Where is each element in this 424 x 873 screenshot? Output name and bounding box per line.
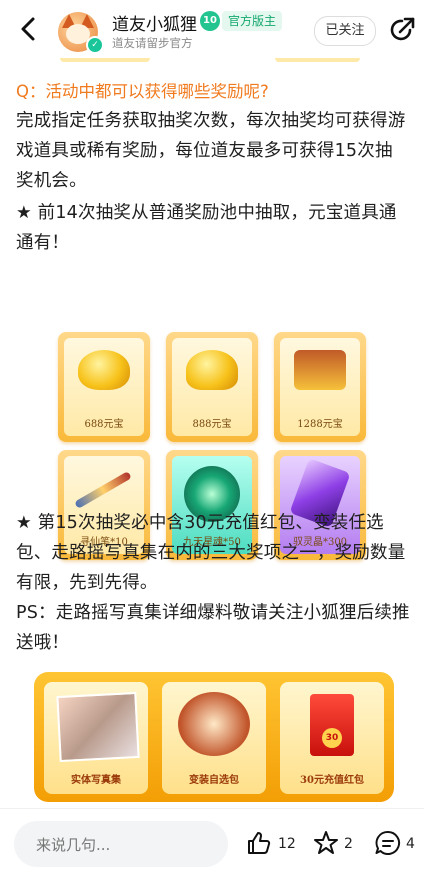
user-subtitle: 道友请留步官方: [112, 36, 193, 50]
gold-bag-icon: [186, 350, 238, 390]
red-envelope-amount: 30: [322, 728, 342, 748]
star-icon: [314, 831, 338, 854]
prize-label: 1288元宝: [297, 419, 343, 430]
grand-prize-card: 30 30元充值红包: [280, 682, 384, 794]
verified-icon: ✓: [86, 36, 104, 54]
bottom-action-bar: 来说几句... 12 2 4: [0, 808, 424, 873]
comment-input[interactable]: 来说几句...: [14, 821, 228, 867]
favorite-button[interactable]: 2: [312, 829, 358, 859]
grand-prize-label: 变装自选包: [189, 775, 239, 786]
comment-icon: [375, 830, 400, 855]
banner-edge: [60, 58, 360, 62]
prize-label: 688元宝: [84, 419, 124, 430]
photo-album-image: [56, 691, 140, 763]
paragraph-3: ★ 第15次抽奖必中含30元充值红包、变装任选包、走路摇写真集在内的三大奖项之一…: [16, 513, 406, 593]
follow-button[interactable]: 已关注: [314, 16, 376, 46]
paragraph-1: 完成指定任务获取抽奖次数，每次抽奖均可获得游戏道具或稀有奖励，每位道友最多可获得…: [16, 111, 406, 191]
prize-label: 888元宝: [192, 419, 232, 430]
prize-card: 1288元宝: [274, 332, 366, 442]
costume-chest-image: [178, 692, 250, 756]
back-arrow-icon[interactable]: [14, 14, 42, 44]
grand-prize-banner: 实体写真集 变装自选包 30 30元充值红包: [34, 672, 394, 802]
grand-prize-card: 变装自选包: [162, 682, 266, 794]
gold-ingot-icon: [78, 350, 130, 390]
question-heading: Q：活动中都可以获得哪些奖励呢?: [16, 82, 269, 101]
prize-card: 888元宝: [166, 332, 258, 442]
treasure-chest-icon: [294, 350, 346, 390]
post-header: ✓ 道友小狐狸 10 官方版主 道友请留步官方 已关注: [0, 0, 424, 62]
grand-prize-label: 30元充值红包: [300, 775, 364, 786]
share-icon[interactable]: [388, 16, 416, 44]
paragraph-4: PS：走路摇写真集详细爆料敬请关注小狐狸后续推送哦！: [16, 603, 410, 653]
comment-button[interactable]: 4: [374, 829, 420, 859]
comment-count: 4: [406, 836, 415, 852]
red-envelope-image: 30: [310, 694, 354, 756]
official-badge: 官方版主: [222, 11, 283, 31]
comment-placeholder: 来说几句...: [36, 836, 111, 854]
grand-prize-card: 实体写真集: [44, 682, 148, 794]
level-badge: 10: [200, 11, 220, 31]
like-count: 12: [278, 836, 296, 852]
prize-card: 688元宝: [58, 332, 150, 442]
like-button[interactable]: 12: [244, 829, 300, 859]
paragraph-2: ★ 前14次抽奖从普通奖励池中抽取，元宝道具通通有！: [16, 203, 397, 253]
grand-prize-label: 实体写真集: [71, 775, 121, 786]
like-icon: [248, 832, 271, 854]
username[interactable]: 道友小狐狸: [112, 10, 197, 35]
favorite-count: 2: [344, 836, 353, 852]
